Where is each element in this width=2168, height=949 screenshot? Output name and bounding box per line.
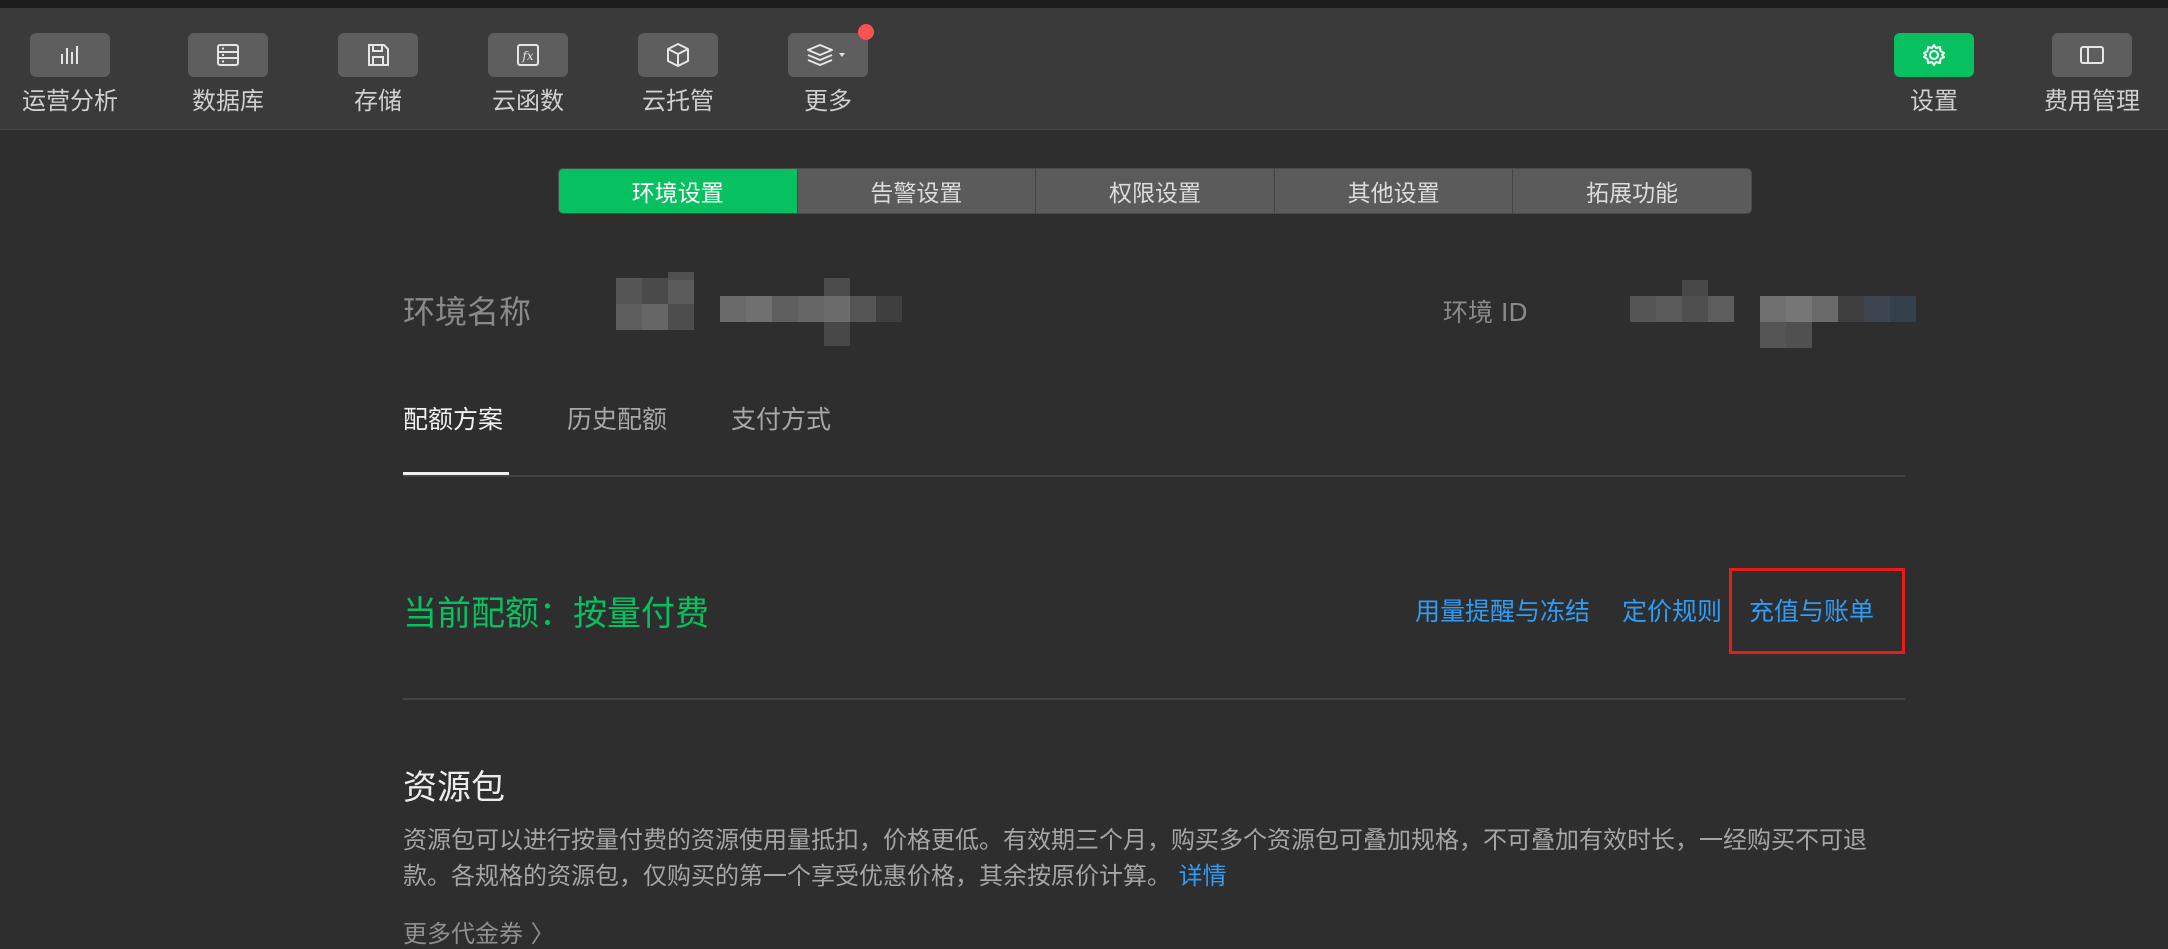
quota-divider xyxy=(403,698,1905,700)
settings-tabs: 环境设置 告警设置 权限设置 其他设置 拓展功能 xyxy=(558,168,1752,214)
toolbar-label: 数据库 xyxy=(192,87,264,115)
resource-pack-text: 资源包可以进行按量付费的资源使用量抵扣，价格更低。有效期三个月，购买多个资源包可… xyxy=(403,826,1867,890)
resource-pack-description: 资源包可以进行按量付费的资源使用量抵扣，价格更低。有效期三个月，购买多个资源包可… xyxy=(403,822,1908,894)
toolbar-cloud-hosting[interactable]: 云托管 xyxy=(608,33,748,117)
toolbar-label: 存储 xyxy=(354,87,402,115)
more-dropdown-button[interactable] xyxy=(788,24,874,77)
subtabs-divider xyxy=(403,475,1905,477)
gear-icon[interactable] xyxy=(1894,33,1974,77)
window-top-edge xyxy=(0,0,2168,8)
save-icon[interactable] xyxy=(338,33,418,77)
svg-text:fx: fx xyxy=(521,49,533,63)
database-icon[interactable] xyxy=(188,33,268,77)
toolbar-label: 设置 xyxy=(1910,87,1958,115)
tab-environment-settings[interactable]: 环境设置 xyxy=(559,169,798,213)
toolbar-cloud-functions[interactable]: fx 云函数 xyxy=(458,33,598,117)
pricing-rules-link[interactable]: 定价规则 xyxy=(1622,592,1722,628)
subtab-quota-history[interactable]: 历史配额 xyxy=(567,400,667,436)
toolbar-label: 费用管理 xyxy=(2044,87,2140,115)
toolbar-label: 云托管 xyxy=(642,87,714,115)
resource-pack-title: 资源包 xyxy=(403,768,505,808)
bar-chart-icon[interactable] xyxy=(30,33,110,77)
top-toolbar: 运营分析 数据库 存储 fx 云函数 云托管 更多 设置 费用管理 xyxy=(0,8,2168,130)
toolbar-label: 更多 xyxy=(804,87,852,115)
current-quota: 当前配额：按量付费 xyxy=(403,594,709,634)
subtab-payment-method[interactable]: 支付方式 xyxy=(731,400,831,436)
toolbar-label: 运营分析 xyxy=(22,87,118,115)
toolbar-storage[interactable]: 存储 xyxy=(308,33,448,117)
details-link[interactable]: 详情 xyxy=(1179,862,1227,890)
env-name-redacted xyxy=(616,272,906,346)
tab-permission-settings[interactable]: 权限设置 xyxy=(1036,169,1275,213)
notification-dot xyxy=(858,24,874,40)
cube-icon[interactable] xyxy=(638,33,718,77)
toolbar-more[interactable]: 更多 xyxy=(758,24,898,117)
env-id-redacted xyxy=(1630,280,1920,350)
toolbar-billing[interactable]: 费用管理 xyxy=(2022,33,2162,117)
function-icon[interactable]: fx xyxy=(488,33,568,77)
tab-alert-settings[interactable]: 告警设置 xyxy=(797,169,1037,213)
tab-other-settings[interactable]: 其他设置 xyxy=(1274,169,1514,213)
toolbar-analytics[interactable]: 运营分析 xyxy=(0,33,140,117)
env-name-label: 环境名称 xyxy=(403,293,532,331)
panel-icon[interactable] xyxy=(2052,33,2132,77)
toolbar-label: 云函数 xyxy=(492,87,564,115)
more-coupons-link[interactable]: 更多代金券 〉 xyxy=(403,914,555,949)
toolbar-database[interactable]: 数据库 xyxy=(158,33,298,117)
toolbar-settings[interactable]: 设置 xyxy=(1864,33,2004,117)
subtab-quota-plan[interactable]: 配额方案 xyxy=(403,400,503,436)
usage-alert-link[interactable]: 用量提醒与冻结 xyxy=(1415,592,1590,628)
tab-extensions[interactable]: 拓展功能 xyxy=(1513,169,1751,213)
env-id-label: 环境 ID xyxy=(1443,298,1528,327)
topup-and-bills-link[interactable]: 充值与账单 xyxy=(1749,592,1874,628)
